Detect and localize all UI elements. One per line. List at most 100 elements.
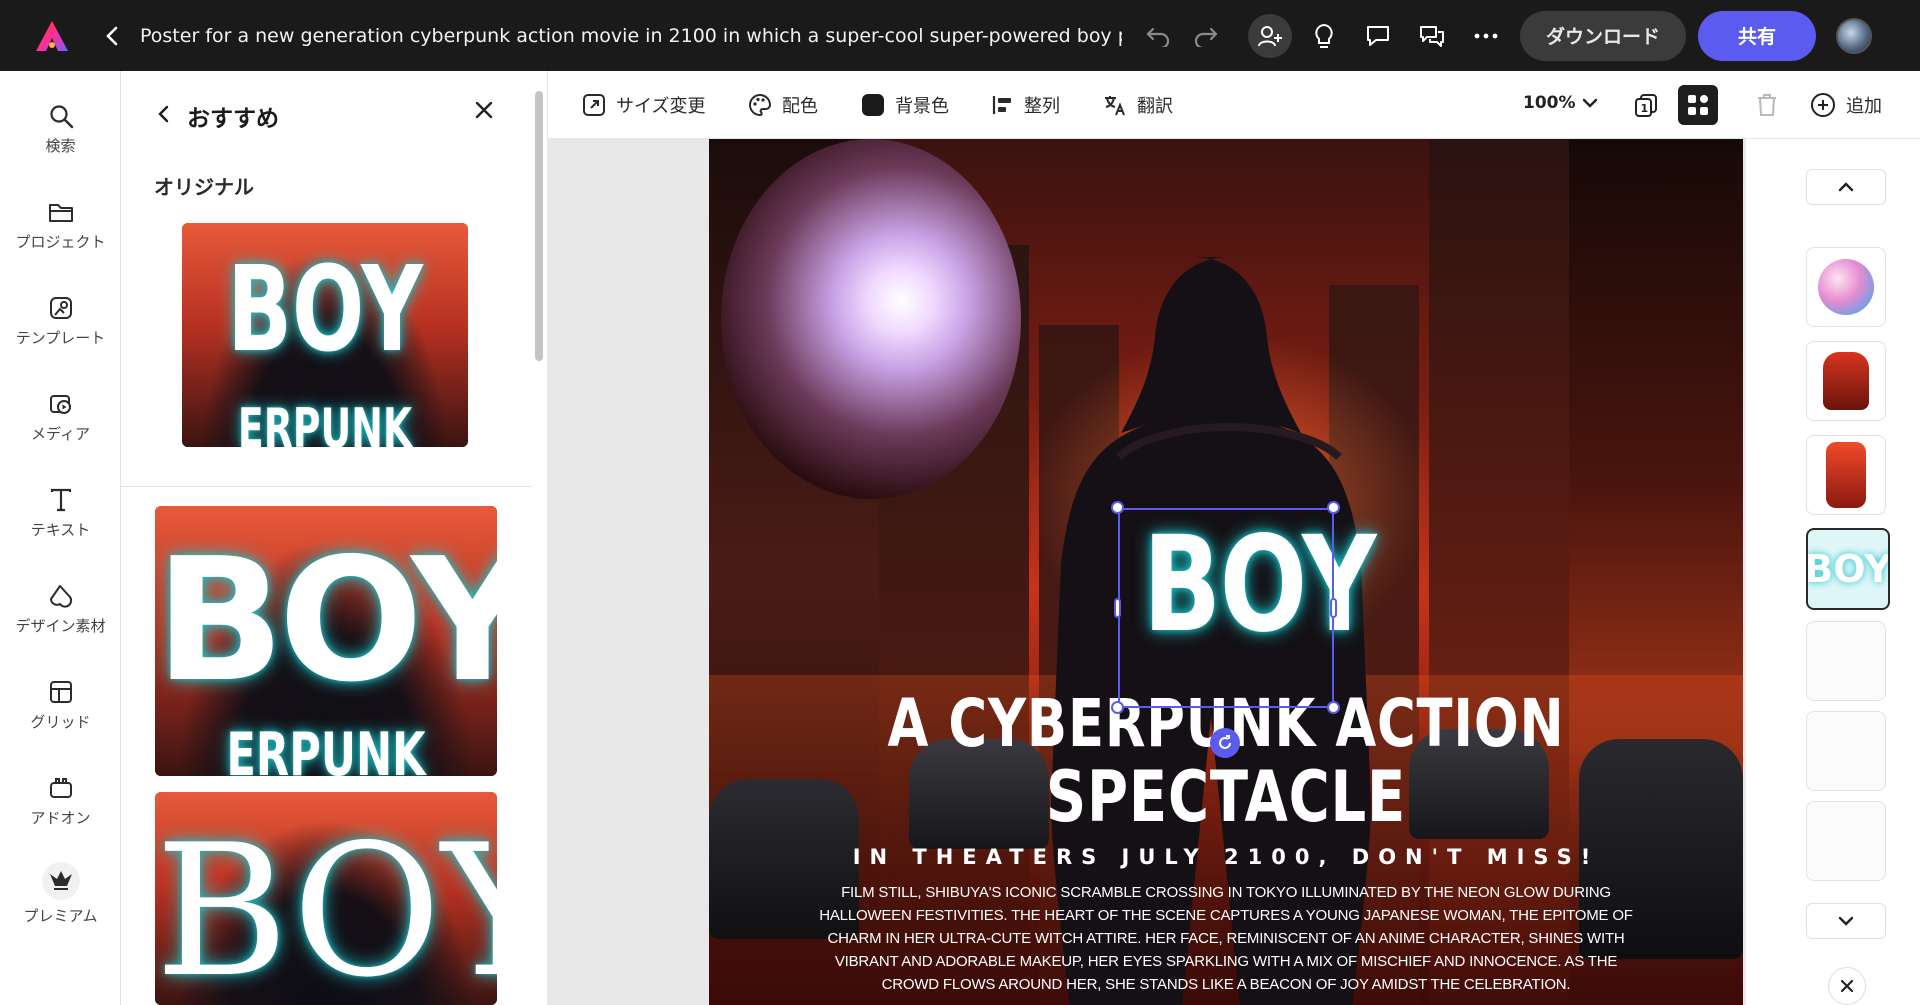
rotate-handle-icon[interactable] [1210, 728, 1240, 758]
suit-element-icon [1826, 442, 1866, 508]
undo-icon[interactable] [1136, 14, 1180, 58]
original-thumbnail[interactable]: BOY ERPUNK AC [182, 223, 468, 447]
review-comments-icon[interactable] [1410, 14, 1454, 58]
resize-handle[interactable] [1114, 598, 1121, 618]
poster-title-line2[interactable]: SPECTACLE [812, 759, 1639, 835]
rail-label: デザイン素材 [15, 617, 106, 635]
page-thumbnail[interactable] [1806, 341, 1886, 421]
rail-item-grid[interactable]: グリッド [0, 677, 121, 732]
redo-icon[interactable] [1184, 14, 1228, 58]
panel-title: おすすめ [187, 106, 279, 132]
shapes-icon [48, 581, 74, 611]
rail-item-text[interactable]: テキスト [0, 485, 121, 540]
app-window: Poster for a new generation cyberpunk ac… [0, 0, 1920, 1005]
pages-icon[interactable]: 1 [1626, 85, 1666, 125]
poster-body-text[interactable]: FILM STILL, SHIBUYA'S ICONIC SCRAMBLE CR… [809, 881, 1643, 996]
more-options-icon[interactable] [1464, 14, 1508, 58]
lightbulb-icon[interactable] [1302, 14, 1346, 58]
comment-icon[interactable] [1356, 14, 1400, 58]
suggestion-thumbnail[interactable]: BOY ERPUNK AC [155, 506, 497, 776]
resize-icon [582, 93, 606, 117]
template-icon [48, 293, 74, 323]
rail-label: プロジェクト [15, 233, 106, 251]
thumb-subtext: ERPUNK AC [237, 397, 413, 448]
thumb-subtext: ERPUNK AC [226, 720, 426, 776]
rail-item-premium[interactable]: プレミアム [0, 861, 121, 926]
rail-label: アドオン [30, 809, 91, 827]
color-scheme-button[interactable]: 配色 [748, 89, 818, 121]
page-thumbnail[interactable] [1806, 621, 1886, 701]
page-strip: BOY [1746, 139, 1920, 1005]
edit-toolbar: サイズ変更 配色 背景色 整列 翻訳 100% 1 追加 [548, 71, 1920, 139]
align-button[interactable]: 整列 [992, 89, 1060, 121]
panel-header: おすすめ [157, 99, 279, 133]
page-thumbnail-selected[interactable]: BOY [1806, 528, 1890, 610]
resize-handle[interactable] [1111, 701, 1124, 714]
background-color-button[interactable]: 背景色 [861, 89, 949, 121]
adobe-express-logo-icon[interactable] [28, 16, 76, 56]
back-chevron-icon[interactable] [94, 18, 130, 54]
align-label: 整列 [1024, 96, 1060, 117]
trash-icon[interactable] [1747, 85, 1787, 125]
jacket-element-icon [1823, 352, 1869, 410]
zoom-level[interactable]: 100% [1523, 93, 1576, 113]
document-title[interactable]: Poster for a new generation cyberpunk ac… [140, 25, 1122, 47]
resize-handle[interactable] [1327, 501, 1340, 514]
page-thumbnail[interactable] [1806, 711, 1886, 791]
resize-button[interactable]: サイズ変更 [582, 89, 705, 121]
rail-item-templates[interactable]: テンプレート [0, 293, 121, 348]
background-swatch-icon [861, 93, 885, 117]
translate-button[interactable]: 翻訳 [1103, 89, 1173, 121]
suggestion-thumbnail[interactable]: BOY [155, 792, 497, 1005]
poster-tagline[interactable]: IN THEATERS JULY 2100, DON'T MISS! [709, 845, 1743, 869]
avatar[interactable] [1836, 17, 1873, 54]
palette-icon [748, 93, 772, 117]
resize-handle[interactable] [1330, 598, 1337, 618]
page-thumbnail[interactable] [1806, 247, 1886, 327]
addon-icon [48, 773, 74, 803]
panel-scrollbar[interactable] [535, 91, 543, 361]
search-icon [48, 101, 74, 131]
section-label: オリジナル [154, 175, 254, 199]
rail-item-addons[interactable]: アドオン [0, 773, 121, 828]
rail-item-design-assets[interactable]: デザイン素材 [0, 581, 121, 636]
layout-grid-icon[interactable] [1678, 85, 1718, 125]
rail-label: 検索 [45, 137, 76, 155]
rail-item-search[interactable]: 検索 [0, 101, 121, 156]
rail-label: メディア [31, 425, 90, 443]
translate-label: 翻訳 [1137, 96, 1173, 117]
zoom-dropdown-chevron-icon[interactable] [1582, 93, 1598, 117]
rail-label: テンプレート [15, 329, 106, 347]
invite-user-icon[interactable] [1248, 13, 1292, 58]
poster-floating-sphere [721, 139, 1021, 499]
page-thumbnail[interactable] [1806, 801, 1886, 881]
panel-divider [121, 486, 532, 487]
top-bar: Poster for a new generation cyberpunk ac… [0, 0, 1920, 71]
resize-handle[interactable] [1327, 701, 1340, 714]
thumb-word: BOY [155, 522, 497, 720]
color-scheme-label: 配色 [782, 96, 818, 117]
close-icon[interactable] [1828, 967, 1866, 1005]
add-circle-icon [1810, 92, 1836, 118]
left-rail: 検索 プロジェクト テンプレート メディア テキスト デザイン素材 グリッド ア… [0, 71, 121, 1005]
thumb-word: BOY [227, 240, 423, 378]
resize-handle[interactable] [1111, 501, 1124, 514]
panel-back-chevron-icon[interactable] [157, 104, 171, 128]
rail-item-media[interactable]: メディア [0, 389, 121, 444]
scroll-up-chevron-icon[interactable] [1806, 169, 1886, 205]
scroll-down-chevron-icon[interactable] [1806, 903, 1886, 939]
rail-label: テキスト [30, 521, 91, 539]
thumb-word: BOY [155, 805, 497, 1005]
page-thumbnail[interactable] [1806, 435, 1886, 515]
close-icon[interactable] [473, 99, 495, 125]
download-button[interactable]: ダウンロード [1520, 10, 1687, 61]
add-page-button[interactable]: 追加 [1810, 89, 1882, 121]
align-icon [992, 94, 1014, 116]
text-icon [49, 485, 73, 515]
rail-item-projects[interactable]: プロジェクト [0, 197, 121, 252]
add-label: 追加 [1846, 96, 1882, 117]
rail-label: プレミアム [23, 907, 98, 925]
svg-text:1: 1 [1641, 102, 1649, 115]
share-button[interactable]: 共有 [1698, 10, 1817, 61]
folder-icon [48, 197, 74, 227]
